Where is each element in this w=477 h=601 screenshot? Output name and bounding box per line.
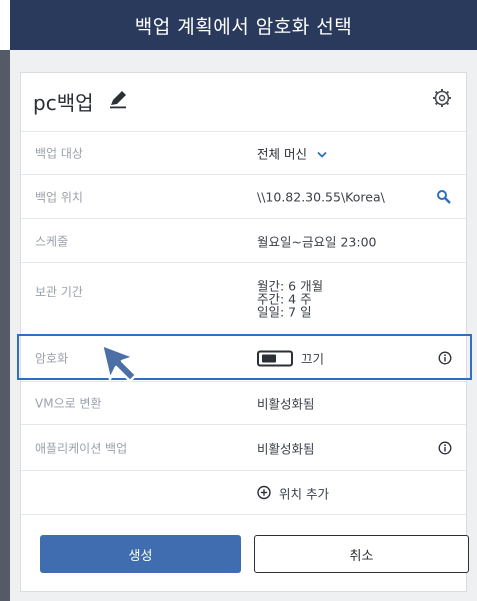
vm-convert-value: 비활성화됨 [257,396,315,412]
vm-convert-label: VM으로 변환 [35,396,102,411]
app-backup-value: 비활성화됨 [257,441,315,456]
left-side-bar [0,50,10,601]
row-add-location: 위치 추가 [21,471,466,515]
schedule-label: 스케줄 [35,234,69,248]
app-backup-label: 애플리케이션 백업 [35,441,128,455]
search-icon[interactable] [436,189,452,205]
add-location-button[interactable]: 위치 추가 [257,483,329,502]
chevron-down-icon [317,151,327,158]
panel-header: pc백업 [21,73,466,132]
cursor-arrow-icon [100,343,138,383]
cancel-button[interactable]: 취소 [254,535,469,573]
backup-target-dropdown[interactable]: 전체 머신 [257,143,327,162]
row-backup-location[interactable]: 백업 위치 \\10.82.30.55\Korea\ [21,175,466,219]
retention-values: 월간: 6 개월 주간: 4 주 일일: 7 일 [257,279,323,318]
pencil-icon[interactable] [107,88,129,110]
row-vm-convert[interactable]: VM으로 변환 비활성화됨 [21,381,466,425]
row-app-backup[interactable]: 애플리케이션 백업 비활성화됨 [21,425,466,471]
backup-plan-panel: pc백업 백업 대상 전체 머신 백업 위치 \\10.82.30.55\Kor… [20,72,467,592]
add-location-label: 위치 추가 [279,486,329,501]
create-button[interactable]: 생성 [40,535,241,573]
info-icon[interactable] [438,441,452,455]
banner-title: 백업 계획에서 암호화 선택 [134,15,353,38]
encryption-highlight-box [17,334,472,380]
page-banner: 백업 계획에서 암호화 선택 [10,0,477,50]
gear-icon[interactable] [432,88,452,108]
row-retention[interactable]: 보관 기간 월간: 6 개월 주간: 4 주 일일: 7 일 [21,263,466,335]
backup-location-value: \\10.82.30.55\Korea\ [257,189,385,204]
backup-target-label: 백업 대상 [35,146,83,160]
retention-label: 보관 기간 [35,285,83,299]
schedule-value: 월요일~금요일 23:00 [257,234,377,249]
plan-name: pc백업 [33,91,94,115]
backup-location-label: 백업 위치 [35,190,83,204]
backup-target-value: 전체 머신 [257,146,307,161]
retention-daily: 일일: 7 일 [257,304,312,319]
row-backup-target: 백업 대상 전체 머신 [21,131,466,175]
row-schedule[interactable]: 스케줄 월요일~금요일 23:00 [21,219,466,263]
plus-circle-icon [257,485,271,500]
